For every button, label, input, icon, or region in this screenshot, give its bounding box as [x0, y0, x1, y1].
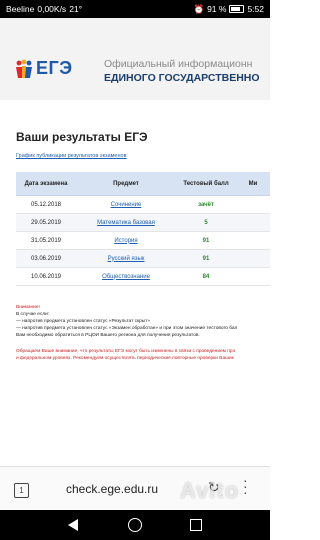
table-header-row: Дата экзамена Предмет Тестовый балл Ми — [16, 172, 270, 196]
address-bar[interactable]: check.ege.edu.ru — [66, 482, 158, 496]
test-score: зачёт — [176, 195, 236, 214]
results-table: Дата экзамена Предмет Тестовый балл Ми 0… — [16, 172, 270, 286]
ege-logo[interactable]: ЕГЭ — [14, 58, 73, 79]
exam-date: 29.05.2019 — [16, 213, 76, 232]
table-row: 10.06.2019 Обществознание 84 — [16, 267, 270, 286]
warning-line-2: и федеральном уровнях. Рекомендуем осуще… — [16, 356, 234, 361]
col-min-header: Ми — [236, 172, 270, 196]
logo-mark-icon — [14, 59, 34, 79]
min-score — [236, 267, 270, 286]
note-contact-rcoi: Вам необходимо обратиться в РЦОИ Вашего … — [16, 333, 200, 338]
exam-date: 03.06.2019 — [16, 249, 76, 268]
status-right: ⏰ 91 % 5:52 — [193, 4, 264, 15]
min-score — [236, 231, 270, 250]
table-row: 03.06.2019 Русский язык 91 — [16, 249, 270, 268]
warning-line-1: Обращаем Ваше внимание, что результаты Е… — [16, 349, 236, 354]
test-score: 84 — [176, 267, 236, 286]
recent-apps-icon[interactable] — [190, 519, 202, 531]
header-title: ЕДИНОГО ГОСУДАРСТВЕННО — [104, 72, 260, 84]
attention-label: Внимание! — [16, 305, 40, 310]
tabs-button[interactable]: 1 — [14, 483, 29, 498]
test-score: 91 — [176, 231, 236, 250]
subject-link[interactable]: Обществознание — [102, 274, 150, 280]
min-score — [236, 249, 270, 268]
table-row: 05.12.2018 Сочинение зачёт — [16, 195, 270, 214]
back-icon[interactable] — [68, 519, 78, 531]
temperature: 21° — [69, 4, 83, 14]
test-score: 5 — [176, 213, 236, 232]
site-header: ЕГЭ Официальный информационн ЕДИНОГО ГОС… — [0, 18, 270, 100]
avito-watermark: Avito — [180, 478, 240, 503]
subject-link[interactable]: История — [114, 238, 137, 244]
battery-percent: 91 % — [207, 4, 227, 14]
subject-link[interactable]: Сочинение — [111, 202, 142, 208]
exam-date: 31.05.2019 — [16, 231, 76, 250]
clock: 5:52 — [247, 4, 264, 14]
network-speed: 0,00K/s — [37, 4, 67, 14]
note-item-processed: — напротив предмета установлен статус «Э… — [16, 326, 238, 331]
subject-link[interactable]: Математика базовая — [97, 220, 155, 226]
status-bar: Beeline 0,00K/s 21° ⏰ 91 % 5:52 — [0, 0, 270, 18]
results-title: Ваши результаты ЕГЭ — [16, 130, 148, 144]
schedule-link[interactable]: График публикации результатов экзаменов — [16, 153, 127, 159]
test-score: 91 — [176, 249, 236, 268]
col-score-header: Тестовый балл — [176, 172, 236, 196]
status-left: Beeline 0,00K/s 21° — [6, 4, 82, 14]
min-score — [236, 213, 270, 232]
note-item-hidden: — напротив предмета установлен статус «Р… — [16, 319, 151, 324]
exam-date: 05.12.2018 — [16, 195, 76, 214]
subject-link[interactable]: Русский язык — [108, 256, 145, 262]
alarm-icon: ⏰ — [193, 3, 205, 14]
more-menu-icon[interactable]: · · · — [243, 473, 248, 499]
system-nav-bar — [0, 510, 270, 540]
battery-icon — [229, 5, 245, 13]
header-subtitle: Официальный информационн — [104, 58, 253, 70]
note-in-case: В случае если: — [16, 312, 50, 317]
min-score — [236, 195, 270, 214]
col-subject-header: Предмет — [76, 172, 176, 196]
carrier-label: Beeline — [6, 4, 35, 14]
web-page[interactable]: ЕГЭ Официальный информационн ЕДИНОГО ГОС… — [0, 18, 270, 466]
table-row: 31.05.2019 История 91 — [16, 231, 270, 250]
home-icon[interactable] — [128, 518, 142, 532]
logo-text: ЕГЭ — [36, 58, 73, 78]
col-date-header: Дата экзамена — [16, 172, 76, 196]
exam-date: 10.06.2019 — [16, 267, 76, 286]
table-row: 29.05.2019 Математика базовая 5 — [16, 213, 270, 232]
